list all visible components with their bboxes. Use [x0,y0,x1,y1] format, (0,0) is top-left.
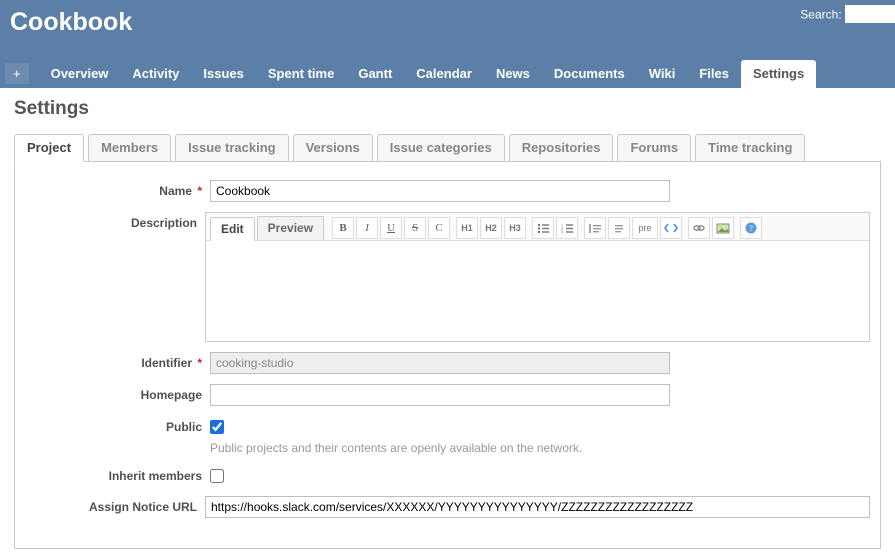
code-block-button[interactable] [660,217,682,239]
tab-files[interactable]: Files [687,60,741,88]
assign-url-label: Assign Notice URL [25,496,205,514]
image-button[interactable] [712,217,734,239]
new-object-button[interactable]: + [5,63,29,84]
required-mark: * [197,184,202,198]
tab-issues[interactable]: Issues [191,60,255,88]
settings-tabs: Project Members Issue tracking Versions … [14,134,881,162]
h2-button[interactable]: H2 [480,217,502,239]
unquote-button[interactable] [608,217,630,239]
search-area: Search: [800,5,895,23]
settings-tab-time-tracking[interactable]: Time tracking [695,134,805,162]
settings-tab-repositories[interactable]: Repositories [509,134,614,162]
tab-news[interactable]: News [484,60,542,88]
settings-panel: Name * Description Edit Preview B I U S [14,161,881,549]
tab-settings[interactable]: Settings [741,60,816,88]
public-label: Public [25,416,210,434]
settings-tab-project[interactable]: Project [14,134,84,162]
h1-button[interactable]: H1 [456,217,478,239]
public-checkbox[interactable] [210,420,224,434]
pre-button[interactable]: pre [632,217,658,239]
search-input[interactable] [845,5,895,23]
svg-text:3: 3 [561,229,563,234]
description-textarea[interactable] [206,241,869,341]
tab-overview[interactable]: Overview [39,60,121,88]
tab-calendar[interactable]: Calendar [404,60,484,88]
editor-tab-preview[interactable]: Preview [257,216,324,240]
tab-activity[interactable]: Activity [120,60,191,88]
inherit-label: Inherit members [25,465,210,483]
identifier-input [210,352,670,374]
ordered-list-button[interactable]: 123 [556,217,578,239]
tab-wiki[interactable]: Wiki [637,60,688,88]
italic-button[interactable]: I [356,217,378,239]
header: Cookbook Search: [0,0,895,55]
assign-url-input[interactable] [205,496,870,518]
underline-button[interactable]: U [380,217,402,239]
tab-spent-time[interactable]: Spent time [256,60,346,88]
name-label: Name * [25,180,210,198]
description-label: Description [25,212,205,230]
editor-tab-edit[interactable]: Edit [210,217,255,241]
quote-button[interactable] [584,217,606,239]
homepage-input[interactable] [210,384,670,406]
inherit-checkbox[interactable] [210,469,224,483]
h3-button[interactable]: H3 [504,217,526,239]
main-menu: + Overview Activity Issues Spent time Ga… [0,55,895,88]
settings-tab-versions[interactable]: Versions [293,134,373,162]
tab-documents[interactable]: Documents [542,60,637,88]
inline-code-button[interactable]: C [428,217,450,239]
link-button[interactable] [688,217,710,239]
homepage-label: Homepage [25,384,210,402]
tab-gantt[interactable]: Gantt [346,60,404,88]
settings-tab-members[interactable]: Members [88,134,171,162]
help-button[interactable]: ? [740,217,762,239]
public-hint: Public projects and their contents are o… [210,441,582,455]
settings-tab-issue-tracking[interactable]: Issue tracking [175,134,288,162]
svg-text:?: ? [749,224,753,233]
bold-button[interactable]: B [332,217,354,239]
project-title: Cookbook [10,0,132,37]
strike-button[interactable]: S [404,217,426,239]
page-title: Settings [14,98,881,120]
identifier-label: Identifier * [25,352,210,370]
name-input[interactable] [210,180,670,202]
required-mark: * [197,356,202,370]
settings-tab-forums[interactable]: Forums [617,134,691,162]
search-label: Search: [800,8,841,22]
description-editor: Edit Preview B I U S C H1 H2 H3 [205,212,870,342]
settings-tab-issue-categories[interactable]: Issue categories [377,134,505,162]
unordered-list-button[interactable] [532,217,554,239]
